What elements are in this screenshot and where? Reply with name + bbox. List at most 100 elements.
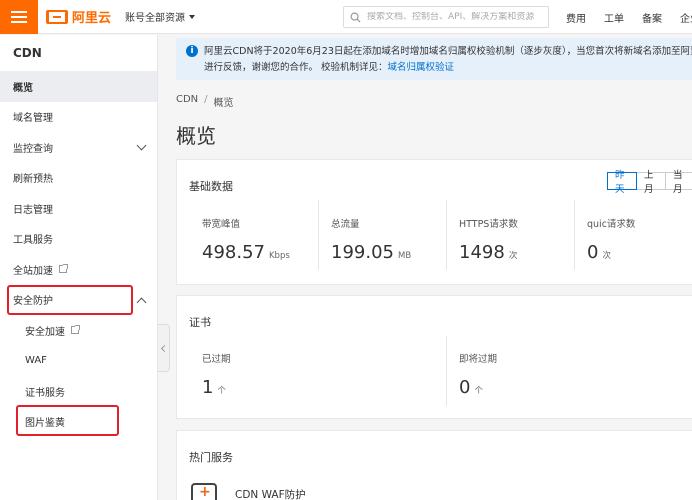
metric-quic-requests: quic请求数 0次 <box>587 216 635 263</box>
sidebar-item-label: 安全加速 <box>25 326 65 338</box>
search-input[interactable] <box>367 12 537 22</box>
basic-data-card: 基础数据 昨天 上月 当月 带宽峰值 498.57 Kbps 总流量 199.05… <box>176 159 692 285</box>
sidebar-item-waf[interactable]: WAF <box>0 346 157 377</box>
sidebar-item-label: 工具服务 <box>13 235 53 247</box>
nav-icp[interactable]: 备案 <box>642 10 662 25</box>
metric-label: 带宽峰值 <box>202 219 241 230</box>
highlight-box-image-moderation <box>16 405 119 436</box>
sidebar-item-scdn[interactable]: 安全加速 <box>0 315 157 346</box>
metric-label: 总流量 <box>331 219 360 230</box>
metric-number: 1498 <box>459 242 505 263</box>
card-title: 热门服务 <box>189 451 233 464</box>
metric-value: 199.05 MB <box>331 242 411 263</box>
sidebar-item-label: 证书服务 <box>25 387 65 399</box>
metric-label: quic请求数 <box>587 219 636 230</box>
range-last-month[interactable]: 上月 <box>636 170 666 195</box>
collapse-sidebar-icon[interactable] <box>158 324 170 372</box>
nav-billing[interactable]: 费用 <box>566 10 586 25</box>
highlight-box-security <box>7 285 133 315</box>
metric-unit: 次 <box>602 251 611 261</box>
breadcrumb-current: 概览 <box>213 98 234 109</box>
sidebar-item-label: WAF <box>25 355 47 367</box>
hot-service-waf[interactable]: CDN WAF防护 <box>235 487 306 500</box>
metric-expiring-certs[interactable]: 即将过期 0个 <box>459 351 497 398</box>
notice-line-1: 阿里云CDN将于2020年6月23日起在添加域名时增加域名归属权校验机制（逐步灰… <box>204 46 692 57</box>
breadcrumb-cdn[interactable]: CDN <box>176 94 198 109</box>
info-icon: i <box>186 45 198 57</box>
aliyun-logo-icon <box>46 9 68 24</box>
chevron-down-icon <box>189 14 196 19</box>
range-this-month[interactable]: 当月 <box>665 170 692 195</box>
account-resource-selector[interactable]: 账号全部资源 <box>125 9 196 24</box>
sidebar-title: CDN <box>13 46 42 60</box>
search-icon <box>350 12 361 23</box>
metric-value: 1498 次 <box>459 242 518 263</box>
metric-expired-certs[interactable]: 已过期 1个 <box>202 351 231 398</box>
metric-label: 即将过期 <box>459 354 498 365</box>
hot-services-card: 热门服务 CDN WAF防护 <box>176 430 692 500</box>
sidebar-item-label: 概览 <box>13 82 33 94</box>
global-search[interactable] <box>343 6 549 28</box>
sidebar-item-label: 域名管理 <box>13 113 53 125</box>
domain-verify-link[interactable]: 域名归属权验证 <box>388 62 455 73</box>
metric-value: 498.57 Kbps <box>202 242 290 263</box>
sidebar-item-tools[interactable]: 工具服务 <box>0 224 157 255</box>
metric-number: 1 <box>202 377 214 398</box>
metric-number: 0 <box>459 377 471 398</box>
divider <box>574 200 575 270</box>
metric-total-traffic: 总流量 199.05 MB <box>331 216 411 263</box>
metric-value: 0次 <box>587 242 635 263</box>
top-bar: 阿里云 账号全部资源 费用 工单 备案 企业 <box>0 0 692 34</box>
metric-number: 0 <box>587 242 599 263</box>
metric-unit: Kbps <box>268 251 290 261</box>
divider <box>446 200 447 270</box>
chevron-up-icon <box>136 297 147 307</box>
metric-value: 1个 <box>202 377 231 398</box>
metric-unit: MB <box>397 251 412 261</box>
date-range-switch: 昨天 上月 当月 <box>607 170 692 195</box>
metric-unit: 个 <box>217 386 226 396</box>
sidebar-item-overview[interactable]: 概览 <box>0 71 157 102</box>
metric-number: 199.05 <box>331 242 394 263</box>
sidebar-item-logs[interactable]: 日志管理 <box>0 193 157 224</box>
menu-icon[interactable] <box>0 0 38 34</box>
nav-enterprise[interactable]: 企业 <box>680 10 692 25</box>
metric-https-requests: HTTPS请求数 1498 次 <box>459 216 518 263</box>
sidebar-item-label: 日志管理 <box>13 204 53 216</box>
divider <box>446 336 447 406</box>
waf-shield-icon <box>191 483 217 500</box>
external-link-icon <box>71 325 80 335</box>
metric-number: 498.57 <box>202 242 265 263</box>
account-label: 账号全部资源 <box>125 13 186 24</box>
metric-label: HTTPS请求数 <box>459 219 518 230</box>
card-title: 基础数据 <box>189 180 233 193</box>
notice-line-2: 进行反馈，谢谢您的合作。 校验机制详见：域名归属权验证 <box>204 60 692 76</box>
card-title: 证书 <box>189 316 211 329</box>
metric-value: 0个 <box>459 377 497 398</box>
sidebar-item-dcdn[interactable]: 全站加速 <box>0 254 157 285</box>
nav-tickets[interactable]: 工单 <box>604 10 624 25</box>
sidebar-item-label: 全站加速 <box>13 265 53 277</box>
sidebar-item-refresh[interactable]: 刷新预热 <box>0 163 157 194</box>
aliyun-logo[interactable]: 阿里云 <box>46 7 111 26</box>
sidebar-item-domains[interactable]: 域名管理 <box>0 102 157 133</box>
certificate-card: 证书 已过期 1个 即将过期 0个 <box>176 295 692 419</box>
brand-name: 阿里云 <box>72 11 112 26</box>
page-title: 概览 <box>176 124 216 148</box>
breadcrumb: CDN / 概览 <box>176 94 234 109</box>
top-nav: 费用 工单 备案 企业 <box>566 0 692 34</box>
sidebar-item-label: 刷新预热 <box>13 174 53 186</box>
sidebar-item-label: 监控查询 <box>13 143 53 155</box>
external-link-icon <box>59 264 68 274</box>
range-yesterday[interactable]: 昨天 <box>607 170 637 195</box>
sidebar-item-certificates[interactable]: 证书服务 <box>0 376 157 407</box>
sidebar-item-monitoring[interactable]: 监控查询 <box>0 132 157 163</box>
notice-banner: i 阿里云CDN将于2020年6月23日起在添加域名时增加域名归属权校验机制（逐… <box>176 38 692 80</box>
breadcrumb-separator: / <box>204 94 208 105</box>
divider <box>318 200 319 270</box>
metric-bandwidth-peak: 带宽峰值 498.57 Kbps <box>202 216 290 263</box>
notice-text: 进行反馈，谢谢您的合作。 校验机制详见： <box>204 62 388 73</box>
metric-unit: 次 <box>508 251 518 261</box>
metric-label: 已过期 <box>202 354 231 365</box>
chevron-down-icon <box>136 140 147 151</box>
